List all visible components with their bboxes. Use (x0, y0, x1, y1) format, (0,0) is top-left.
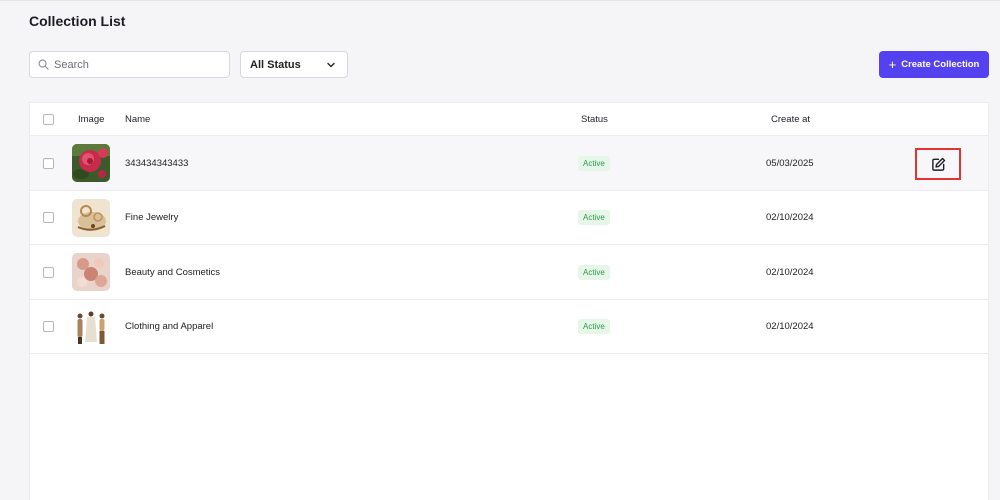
select-all-checkbox[interactable] (43, 113, 54, 125)
table-row[interactable]: 343434343433 Active 05/03/2025 (30, 136, 988, 191)
row-created-date: 02/10/2024 (766, 212, 814, 223)
create-collection-button[interactable]: + Create Collection (879, 51, 989, 78)
row-name: Clothing and Apparel (125, 321, 214, 332)
column-header-status: Status (581, 113, 608, 125)
jewelry-photo-thumbnail (72, 198, 110, 237)
edit-button[interactable] (915, 148, 961, 180)
chevron-down-icon (327, 62, 335, 67)
column-header-name: Name (125, 113, 151, 125)
row-checkbox[interactable] (43, 321, 54, 332)
collection-table: Image Name Status Create at 343434343433… (29, 102, 989, 500)
search-input[interactable] (54, 58, 214, 71)
row-created-date: 05/03/2025 (766, 157, 814, 169)
row-name: 343434343433 (125, 157, 189, 169)
column-header-image: Image (78, 113, 105, 125)
row-name: Beauty and Cosmetics (125, 266, 221, 278)
status-badge: Active (578, 319, 610, 334)
apparel-photo-thumbnail (72, 307, 110, 346)
search-box[interactable] (29, 51, 230, 78)
cosmetics-photo-thumbnail (72, 253, 110, 291)
status-filter-select[interactable]: All Status (240, 51, 348, 78)
status-badge: Active (578, 155, 610, 171)
table-row[interactable]: Clothing and Apparel Active 02/10/2024 (30, 300, 988, 354)
row-checkbox[interactable] (43, 157, 54, 169)
status-filter-value: All Status (250, 58, 301, 71)
row-checkbox[interactable] (43, 266, 54, 278)
edit-icon (931, 157, 945, 171)
status-badge: Active (578, 210, 610, 225)
create-collection-label: Create Collection (901, 59, 980, 70)
search-icon (38, 59, 49, 70)
rose-photo-thumbnail (72, 144, 110, 182)
plus-icon: + (888, 57, 897, 72)
row-created-date: 02/10/2024 (766, 266, 814, 278)
table-row[interactable]: Beauty and Cosmetics Active 02/10/2024 (30, 245, 988, 300)
table-row[interactable]: Fine Jewelry Active 02/10/2024 (30, 191, 988, 245)
table-header: Image Name Status Create at (30, 103, 988, 136)
row-checkbox[interactable] (43, 212, 54, 223)
row-name: Fine Jewelry (125, 212, 179, 223)
row-created-date: 02/10/2024 (766, 321, 814, 332)
status-badge: Active (578, 264, 610, 280)
page-title: Collection List (29, 13, 126, 29)
column-header-created: Create at (771, 113, 811, 125)
